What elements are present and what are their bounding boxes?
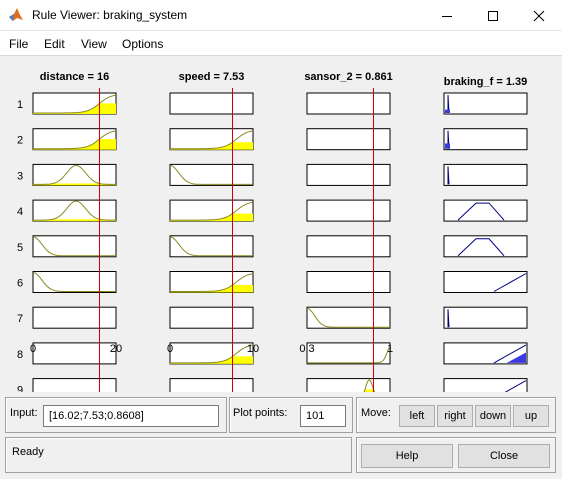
rule-number: 4 [17,206,23,218]
rule-number: 7 [17,313,23,325]
mf-box [169,235,254,258]
menu-bar: File Edit View Options [0,31,562,56]
rule-number: 9 [17,385,23,392]
rule-number: 1 [17,99,23,111]
output-mf-box [443,306,528,329]
rule-number: 6 [17,278,23,290]
mf-box [32,271,117,293]
output-mf-box [443,128,528,151]
maximize-button[interactable] [470,0,516,31]
close-icon [533,10,545,21]
x-tick-min: 0 [167,343,173,355]
mf-box [306,342,391,365]
rule-number: 3 [17,170,23,182]
mf-box [306,271,391,293]
rule-viewer-svg: distance = 16 speed = 7.53 sansor_2 = 0.86… [17,71,528,392]
input-vector-field[interactable] [43,405,219,427]
status-text: Ready [12,446,44,458]
mf-box [32,378,117,392]
minimize-icon [442,15,452,17]
rule-number: 2 [17,135,23,147]
help-button[interactable]: Help [361,444,453,468]
menu-file[interactable]: File [9,37,28,51]
mf-box [32,235,117,258]
x-tick-min: 0 [30,343,36,355]
rule-number: 5 [17,242,23,254]
menu-options[interactable]: Options [122,37,163,51]
move-down-button[interactable]: down [475,405,511,427]
close-window-button[interactable] [516,0,562,31]
x-tick-max: 10 [247,343,259,355]
output-mf-box [443,92,528,115]
x-tick-max: 20 [110,343,122,355]
mf-box [32,199,117,222]
window-title: Rule Viewer: braking_system [32,8,188,22]
x-tick-min: 0.3 [299,343,314,355]
title-bar: Rule Viewer: braking_system [0,0,562,31]
minimize-button[interactable] [424,0,470,31]
plot-points-field[interactable] [300,405,346,427]
move-right-button[interactable]: right [437,405,473,427]
x-tick-max: 1 [387,343,393,355]
mf-box [306,306,391,329]
menu-edit[interactable]: Edit [44,37,65,51]
input-header-2: speed = 7.53 [179,71,245,83]
rule-number: 8 [17,349,23,361]
move-up-button[interactable]: up [513,405,549,427]
maximize-icon [488,10,498,21]
mf-box [32,306,117,329]
output-mf-box [443,378,528,392]
output-fill [445,109,450,113]
mf-box [169,306,254,329]
mf-box [169,378,254,392]
output-header: braking_f = 1.39 [444,76,527,88]
menu-view[interactable]: View [81,37,107,51]
mf-box [306,92,391,115]
close-button[interactable]: Close [458,444,550,468]
matlab-logo-icon [9,8,23,21]
mf-box [169,163,254,186]
status-panel [5,437,352,473]
input-header-1: distance = 16 [40,71,109,83]
input-label: Input: [10,407,38,419]
mf-box [306,163,391,186]
move-label: Move: [361,407,391,419]
mf-box [306,378,391,392]
output-mf-box [443,271,528,293]
plot-points-label: Plot points: [233,407,288,419]
mf-box [32,342,117,365]
input-header-3: sansor_2 = 0.861 [304,71,392,83]
mf-box [306,235,391,258]
rule-viewer-plot: distance = 16 speed = 7.53 sansor_2 = 0.86… [0,56,562,392]
move-left-button[interactable]: left [399,405,435,427]
mf-box [32,163,117,186]
mf-box [306,128,391,151]
mf-box [169,92,254,115]
mf-box [306,199,391,222]
output-mf-box [443,163,528,186]
output-fill [445,143,450,149]
